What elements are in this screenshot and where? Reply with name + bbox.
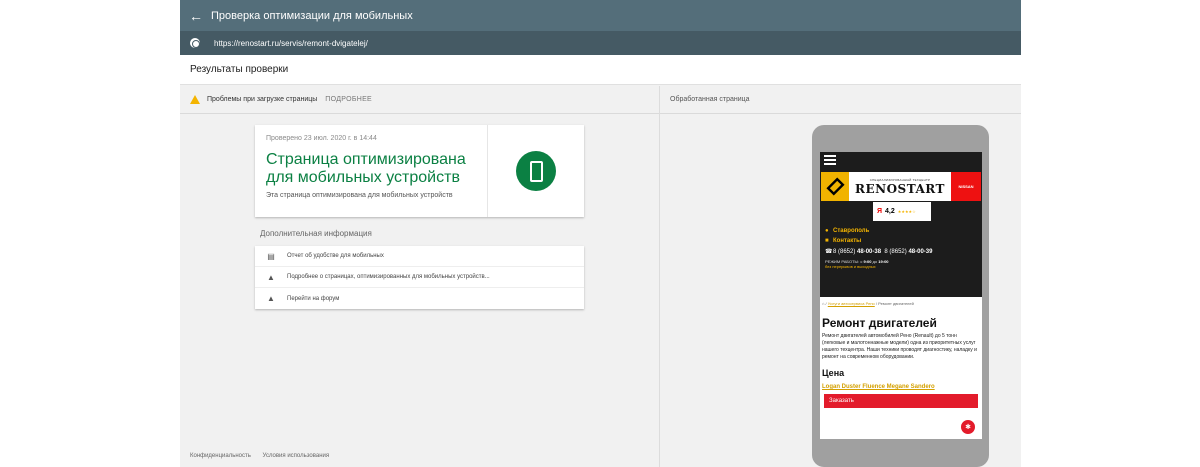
warning-icon — [190, 95, 200, 104]
status-headline: Страница оптимизирована для мобильных ус… — [266, 151, 466, 186]
site-contacts: ● Ставрополь ■ Контакты ☎ 8 (8652) 48-00… — [825, 228, 977, 269]
status-card: Проверено 23 июл. 2020 г. в 14:44 Страни… — [255, 125, 584, 217]
page-loading-issues: Проблемы при загрузке страницы ПОДРОБНЕЕ — [180, 86, 659, 114]
phone-code-1: 8 (8652) — [833, 248, 856, 255]
city-name: Ставрополь — [833, 228, 870, 234]
privacy-link[interactable]: Конфиденциальность — [190, 453, 251, 459]
phone-preview: СПЕЦИАЛИЗИРОВАННЫЙ ТЕХЦЕНТР RENOSTART NI… — [812, 125, 989, 467]
issues-details-link[interactable]: ПОДРОБНЕЕ — [325, 96, 372, 103]
issues-label: Проблемы при загрузке страницы — [207, 96, 318, 103]
site-heading: Ремонт двигателей — [822, 316, 937, 330]
phone-number-2: 48-00-39 — [908, 248, 933, 255]
left-panel: Проблемы при загрузке страницы ПОДРОБНЕЕ… — [180, 86, 660, 467]
processed-page-title: Обработанная страница — [660, 86, 1021, 114]
phone-number-1: 48-00-38 — [857, 248, 882, 255]
panels: Проблемы при загрузке страницы ПОДРОБНЕЕ… — [180, 86, 1021, 467]
days-off: без перерывов и выходных — [825, 264, 876, 269]
rating-stars: ★★★★☆ — [897, 209, 916, 214]
arrow-back-icon[interactable]: ← — [181, 8, 211, 24]
site-body-text: Ремонт двигателей автомобилей Рено (Rena… — [822, 333, 977, 360]
city-row: ● Ставрополь — [825, 228, 977, 234]
right-panel: Обработанная страница СПЕЦИАЛИЗИРОВАННЫЙ… — [660, 86, 1021, 467]
site-brand: СПЕЦИАЛИЗИРОВАННЫЙ ТЕХЦЕНТР RENOSTART — [849, 172, 951, 201]
additional-info-list: ▤ Отчет об удобстве для мобильных ▲ Подр… — [255, 246, 584, 309]
site-logo-row: СПЕЦИАЛИЗИРОВАННЫЙ ТЕХЦЕНТР RENOSTART NI… — [821, 172, 981, 201]
nissan-logo-icon: NISSAN — [951, 172, 981, 201]
yandex-rating: Я 4,2 ★★★★☆ — [873, 202, 931, 221]
tested-url: https://renostart.ru/servis/remont-dviga… — [214, 38, 368, 48]
contacts-link: Контакты — [833, 238, 862, 244]
brand-name: RENOSTART — [855, 181, 945, 196]
phone-screen[interactable]: СПЕЦИАЛИЗИРОВАННЫЙ ТЕХЦЕНТР RENOSTART NI… — [820, 152, 982, 439]
checked-timestamp: Проверено 23 июл. 2020 г. в 14:44 — [266, 135, 377, 142]
phone-icon: ☎ — [825, 249, 833, 255]
url-bar: https://renostart.ru/servis/remont-dviga… — [180, 31, 1021, 55]
results-header: Результаты проверки — [180, 55, 1021, 85]
contacts-row: ■ Контакты — [825, 238, 977, 244]
status-icon-area — [488, 125, 584, 217]
phone-code-2: 8 (8652) — [884, 248, 907, 255]
school-icon: ▲ — [267, 272, 275, 282]
breadcrumb: ⌂ / Услуги автосервиса Рено / Ремонт дви… — [822, 301, 914, 306]
callback-icon: ✱ — [959, 418, 977, 436]
smartphone-icon — [516, 151, 556, 191]
list-item-label: Перейти на форум — [287, 295, 340, 302]
results-title: Результаты проверки — [190, 64, 289, 75]
window-icon: ▤ — [267, 251, 275, 261]
renault-logo-icon — [821, 172, 849, 201]
breadcrumb-current: Ремонт двигателей — [878, 301, 914, 306]
globe-icon — [180, 38, 210, 48]
order-button: Заказать — [824, 394, 978, 408]
nissan-logo-text: NISSAN — [958, 184, 974, 189]
terms-link[interactable]: Условия использования — [263, 453, 330, 459]
car-models: Logan Duster Fluence Megane Sandero — [822, 384, 935, 390]
menu-icon — [824, 155, 836, 167]
list-item-forum[interactable]: ▲ Перейти на форум — [255, 288, 584, 309]
home-icon: ⌂ — [822, 301, 825, 306]
location-icon: ● — [825, 228, 829, 234]
page-title: Проверка оптимизации для мобильных — [211, 9, 413, 22]
list-item-label: Отчет об удобстве для мобильных — [287, 253, 384, 259]
additional-info-title: Дополнительная информация — [260, 229, 372, 238]
breadcrumb-separator: / — [875, 301, 877, 306]
breadcrumb-service-link: Услуги автосервиса Рено — [827, 301, 875, 306]
hours-close: 19:00 — [878, 259, 889, 264]
mobile-friendly-test-app: ← Проверка оптимизации для мобильных htt… — [180, 0, 1021, 467]
phones-row: ☎ 8 (8652) 48-00-38 8 (8652) 48-00-39 — [825, 248, 977, 256]
list-item-usability-report[interactable]: ▤ Отчет об удобстве для мобильных — [255, 246, 584, 267]
price-heading: Цена — [822, 368, 845, 378]
footer: Конфиденциальность Условия использования — [190, 453, 339, 459]
rating-value: 4,2 — [885, 208, 895, 215]
school-icon: ▲ — [267, 294, 275, 303]
site-header: СПЕЦИАЛИЗИРОВАННЫЙ ТЕХЦЕНТР RENOSTART NI… — [820, 152, 982, 297]
status-subtitle: Эта страница оптимизирована для мобильны… — [266, 192, 453, 199]
list-item-label: Подробнее о страницах, оптимизированных … — [287, 274, 490, 280]
building-icon: ■ — [825, 238, 829, 244]
status-card-text: Проверено 23 июл. 2020 г. в 14:44 Страни… — [255, 125, 488, 217]
list-item-learn-more[interactable]: ▲ Подробнее о страницах, оптимизированны… — [255, 267, 584, 288]
yandex-icon: Я — [877, 208, 883, 215]
top-bar: ← Проверка оптимизации для мобильных — [180, 0, 1021, 31]
